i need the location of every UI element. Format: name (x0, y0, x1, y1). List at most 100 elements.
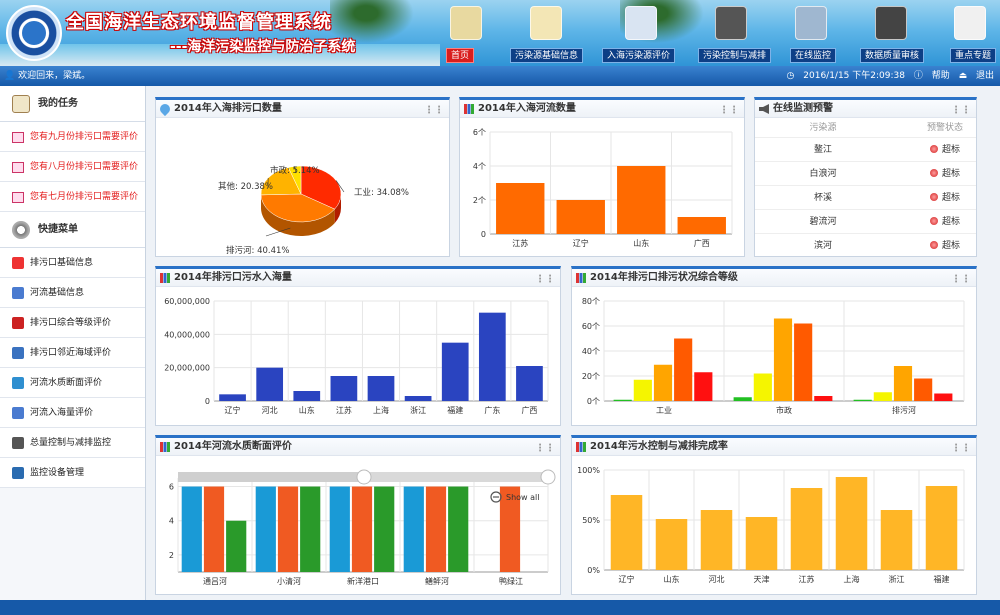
pipe-icon (715, 6, 747, 40)
bar[interactable] (934, 393, 953, 402)
bar[interactable] (478, 312, 506, 401)
bar[interactable] (753, 373, 772, 402)
bar[interactable] (880, 510, 913, 570)
quick-menu-item[interactable]: 排污口基础信息 (0, 248, 145, 278)
quick-menu-item[interactable]: 河流基础信息 (0, 278, 145, 308)
nav-label[interactable]: 在线监控 (790, 48, 837, 63)
task-item[interactable]: 您有八月份排污口需要评价 (0, 152, 145, 182)
bar[interactable] (674, 338, 693, 402)
nav-label[interactable]: 污染控制与减排 (698, 48, 772, 63)
bar[interactable] (655, 519, 688, 570)
bar[interactable] (773, 318, 793, 402)
alert-source: 碧流河 (809, 217, 837, 227)
bar[interactable] (404, 396, 432, 401)
bar[interactable] (914, 378, 933, 402)
quick-menu-label: 监控设备管理 (30, 468, 85, 478)
bar[interactable] (814, 396, 833, 401)
task-icon (12, 192, 24, 203)
bar[interactable] (790, 488, 823, 570)
bar[interactable] (403, 486, 424, 572)
x-tick-label: 山东 (299, 405, 315, 415)
bar[interactable] (617, 166, 666, 234)
task-label: 您有七月份排污口需要评价 (30, 192, 139, 202)
nav-label[interactable]: 重点专题 (950, 48, 997, 63)
bar[interactable] (694, 372, 713, 401)
bar[interactable] (653, 364, 673, 401)
bar[interactable] (330, 376, 358, 401)
task-item[interactable]: 您有七月份排污口需要评价 (0, 182, 145, 212)
quick-menu-item[interactable]: 河流入海量评价 (0, 398, 145, 428)
bar[interactable] (853, 399, 872, 401)
drag-handle[interactable]: ⋮⋮ (951, 271, 971, 289)
bar[interactable] (677, 217, 726, 234)
nav-label[interactable]: 数据质量审核 (860, 48, 925, 63)
bar[interactable] (448, 486, 469, 572)
bar[interactable] (255, 486, 276, 572)
table-row[interactable]: 杯溪 超标 (755, 186, 976, 210)
range-slider-handle[interactable] (540, 469, 556, 485)
bar[interactable] (351, 486, 373, 572)
task-item[interactable]: 您有九月份排污口需要评价 (0, 122, 145, 152)
bar[interactable] (203, 486, 225, 572)
show-all-button[interactable]: Show all (490, 491, 539, 503)
bar[interactable] (556, 200, 605, 234)
logout-link[interactable]: ⏏ 退出 (959, 71, 994, 81)
bar[interactable] (329, 486, 350, 572)
help-link[interactable]: ⓘ 帮助 (914, 71, 950, 81)
bar[interactable] (700, 510, 733, 570)
drag-handle[interactable]: ⋮⋮ (719, 102, 739, 120)
outfall-pie-chart: 工业: 34.08% 排污河: 40.41% 其他: 20.38% 市政: 5.14% (218, 165, 409, 256)
alert-source: 白浪河 (809, 169, 837, 179)
bar[interactable] (610, 495, 643, 570)
alert-status-label: 超标 (941, 241, 960, 251)
quick-menu-item[interactable]: 总量控制与减排监控 (0, 428, 145, 458)
x-tick-label: 鳝鲆河 (425, 576, 449, 586)
bar[interactable] (893, 366, 913, 401)
table-row[interactable]: 滨河 超标 (755, 234, 976, 256)
table-row[interactable]: 白浪河 超标 (755, 162, 976, 186)
alert-status-label: 超标 (941, 145, 960, 155)
x-tick-label: 通吕河 (203, 576, 227, 586)
bar[interactable] (441, 342, 469, 401)
quick-menu-label: 河流基础信息 (30, 288, 85, 298)
bar[interactable] (496, 183, 545, 234)
bar[interactable] (374, 486, 395, 572)
bar[interactable] (733, 397, 752, 401)
bar[interactable] (925, 486, 958, 570)
bar[interactable] (794, 323, 813, 402)
bar[interactable] (256, 367, 284, 401)
alert-status: 超标 (905, 162, 976, 186)
alerts-table-header: 污染源 预警状态 (755, 118, 976, 138)
control-bar-chart: 0% 50% 100% 辽宁 山东 河北 天津 江苏 上海 浙江 福建 (577, 466, 965, 584)
bar[interactable] (226, 520, 247, 572)
range-slider-handle[interactable] (356, 469, 372, 485)
bar[interactable] (613, 399, 632, 401)
quick-menu-item[interactable]: 排污口邻近海域评价 (0, 338, 145, 368)
table-row[interactable]: 碧流河 超标 (755, 210, 976, 234)
bar[interactable] (293, 391, 321, 401)
drag-handle[interactable]: ⋮⋮ (951, 440, 971, 458)
bar[interactable] (300, 486, 321, 572)
quick-menu-item[interactable]: 排污口综合等级评价 (0, 308, 145, 338)
bar[interactable] (277, 486, 299, 572)
bar[interactable] (516, 366, 543, 401)
bar[interactable] (367, 376, 395, 401)
quick-menu-item[interactable]: 监控设备管理 (0, 458, 145, 488)
nav-label[interactable]: 首页 (446, 48, 475, 63)
bar[interactable] (181, 486, 202, 572)
bar[interactable] (745, 517, 778, 570)
bar[interactable] (835, 477, 868, 570)
report-icon (954, 6, 986, 40)
drag-handle[interactable]: ⋮⋮ (535, 440, 555, 458)
panel-title: 2014年入海排污口数量 ⋮⋮ (156, 100, 449, 118)
bar[interactable] (425, 486, 447, 572)
nav-label[interactable]: 入海污染源评价 (602, 48, 676, 63)
nav-label[interactable]: 污染源基础信息 (510, 48, 584, 63)
table-row[interactable]: 鳌江 超标 (755, 138, 976, 162)
quick-menu-item[interactable]: 河流水质断面评价 (0, 368, 145, 398)
bar[interactable] (873, 392, 892, 401)
drag-handle[interactable]: ⋮⋮ (535, 271, 555, 289)
drag-handle[interactable]: ⋮⋮ (424, 102, 444, 120)
bar[interactable] (219, 394, 246, 401)
bar[interactable] (633, 379, 652, 401)
